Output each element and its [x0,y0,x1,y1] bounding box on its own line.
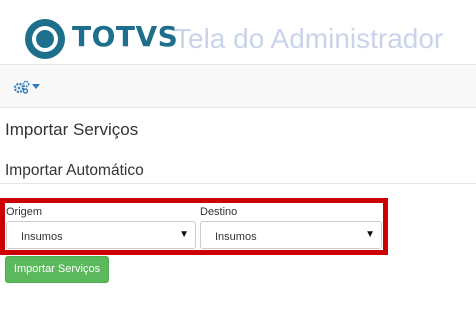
totvs-logo-icon [25,19,65,59]
caret-down-icon [32,84,40,89]
import-services-button[interactable]: Importar Serviços [5,256,109,283]
brand-name: TOTVS [72,20,179,53]
origem-select[interactable]: Insumos ▼ [6,221,196,249]
page-subtitle: Tela do Administrador [174,23,444,54]
section-title: Importar Automático [5,162,144,179]
navbar [0,64,476,108]
dropdown-arrow-icon: ▼ [365,229,375,240]
destino-selected-value: Insumos [215,231,257,243]
destino-select[interactable]: Insumos ▼ [200,221,382,249]
destino-label: Destino [200,206,238,218]
origem-selected-value: Insumos [21,231,63,243]
section-divider [0,183,476,184]
page-title: Importar Serviços [5,120,139,139]
settings-menu-button[interactable] [12,77,42,97]
origem-label: Origem [6,206,43,218]
dropdown-arrow-icon: ▼ [179,229,189,240]
app-header: TOTVS Tela do Administrador [0,0,476,64]
